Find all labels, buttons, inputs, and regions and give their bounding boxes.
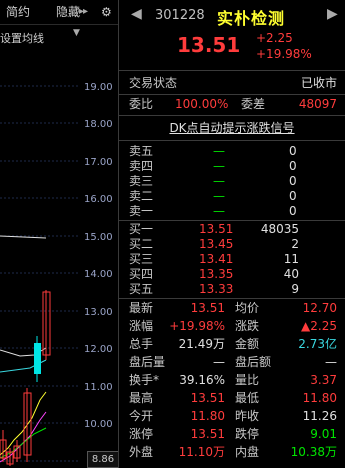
stat-value: 39.16% bbox=[179, 373, 225, 387]
commission-diff-label: 委差 bbox=[241, 97, 266, 111]
quote-panel: ◀ 301228 实朴检测 ▶ 13.51 +2.25 +19.98% 交易状态… bbox=[119, 0, 345, 468]
stat-value: 2.73亿 bbox=[298, 337, 337, 351]
next-stock-icon[interactable]: ▶ bbox=[327, 6, 338, 22]
divider bbox=[119, 140, 345, 141]
ma-settings-label[interactable]: 设置均线 bbox=[0, 30, 44, 46]
stats-row: 盘后量 — 盘后额 — bbox=[119, 353, 345, 372]
chevron-down-icon[interactable]: ▼ bbox=[73, 28, 80, 38]
kline-chart-pane[interactable]: 19.00 18.00 17.00 16.00 15.00 14.00 13.0… bbox=[0, 0, 118, 468]
stats-row: 最新 13.51 均价 12.70 bbox=[119, 299, 345, 318]
stat-value: 12.70 bbox=[302, 301, 337, 315]
stat-value: 3.37 bbox=[310, 373, 337, 387]
stock-name: 实朴检测 bbox=[217, 9, 286, 28]
commission-row: 委比 100.00% 委差 48097 bbox=[119, 95, 345, 114]
bid-price: 13.33 bbox=[199, 282, 234, 296]
y-tick: 17.00 bbox=[84, 157, 113, 168]
stat-label: 今开 bbox=[129, 409, 154, 423]
candle bbox=[34, 343, 41, 374]
y-tick: 13.00 bbox=[84, 307, 113, 318]
stat-value: +19.98% bbox=[169, 319, 225, 333]
bid-row: 买五 13.33 9 bbox=[119, 280, 345, 299]
y-tick: 14.00 bbox=[84, 269, 113, 280]
commission-ratio-value: 100.00% bbox=[175, 97, 229, 111]
current-price-marker: 8.86 bbox=[87, 451, 118, 468]
y-tick: 15.00 bbox=[84, 232, 113, 243]
candles bbox=[0, 290, 51, 466]
stats-row: 涨停 13.51 跌停 9.01 bbox=[119, 425, 345, 444]
trade-status-label: 交易状态 bbox=[129, 76, 178, 90]
commission-diff-value: 48097 bbox=[298, 97, 337, 111]
commission-ratio-label: 委比 bbox=[129, 97, 154, 111]
ma-line-yellow bbox=[0, 391, 47, 456]
stats-row: 涨幅 +19.98% 涨跌 ▲2.25 bbox=[119, 317, 345, 336]
bid-label: 买五 bbox=[129, 282, 154, 296]
trade-status-value: 已收市 bbox=[300, 76, 337, 90]
stat-value: 11.80 bbox=[190, 409, 225, 423]
last-price: 13.51 bbox=[177, 33, 241, 57]
y-tick: 10.00 bbox=[84, 419, 113, 430]
stat-value: 13.51 bbox=[190, 391, 225, 405]
dk-signal-link[interactable]: DK点自动提示涨跌信号 bbox=[119, 118, 345, 138]
stat-label: 跌停 bbox=[235, 427, 260, 441]
bid-volume: 9 bbox=[291, 282, 299, 296]
kline-chart[interactable]: 19.00 18.00 17.00 16.00 15.00 14.00 13.0… bbox=[0, 0, 118, 468]
stat-label: 内盘 bbox=[235, 445, 260, 459]
ask-label: 卖一 bbox=[129, 204, 154, 218]
stat-label: 最低 bbox=[235, 391, 260, 405]
stats-row: 最高 13.51 最低 11.80 bbox=[119, 389, 345, 408]
stat-value: 10.38万 bbox=[290, 445, 337, 459]
ma-line-white bbox=[0, 235, 47, 239]
y-tick: 12.00 bbox=[84, 344, 113, 355]
tab-simple[interactable]: 简约 bbox=[6, 4, 30, 20]
ask-row: 卖一 — 0 bbox=[119, 202, 345, 221]
stat-label: 最新 bbox=[129, 301, 154, 315]
chart-toolbar: 简约 隐藏 ▸▸ ⚙ bbox=[0, 0, 118, 25]
stat-label: 量比 bbox=[235, 373, 260, 387]
gear-icon[interactable]: ⚙ bbox=[101, 4, 112, 20]
stat-label: 涨停 bbox=[129, 427, 154, 441]
y-tick: 11.00 bbox=[84, 382, 113, 393]
stat-label: 盘后量 bbox=[129, 355, 166, 369]
stat-value: 13.51 bbox=[190, 301, 225, 315]
stat-value: — bbox=[325, 355, 337, 369]
stat-label: 换手* bbox=[129, 373, 160, 387]
stat-label: 昨收 bbox=[235, 409, 260, 423]
stat-value: ▲2.25 bbox=[301, 319, 337, 333]
stat-value: — bbox=[213, 355, 225, 369]
stat-value: 21.49万 bbox=[178, 337, 225, 351]
stat-value: 13.51 bbox=[190, 427, 225, 441]
stat-label: 总手 bbox=[129, 337, 154, 351]
stat-label: 外盘 bbox=[129, 445, 154, 459]
stat-label: 涨幅 bbox=[129, 319, 154, 333]
ask-volume: 0 bbox=[289, 204, 297, 218]
stock-code: 301228 bbox=[155, 8, 205, 23]
trade-status-row: 交易状态 已收市 bbox=[119, 74, 345, 93]
stock-header: ◀ 301228 实朴检测 ▶ 13.51 +2.25 +19.98% bbox=[119, 0, 345, 71]
stat-label: 金额 bbox=[235, 337, 260, 351]
stat-label: 最高 bbox=[129, 391, 154, 405]
divider bbox=[119, 115, 345, 116]
ask-price: — bbox=[213, 204, 225, 218]
prev-stock-icon[interactable]: ◀ bbox=[131, 6, 142, 22]
stat-label: 涨跌 bbox=[235, 319, 260, 333]
stat-value: 11.80 bbox=[302, 391, 337, 405]
y-tick: 19.00 bbox=[84, 82, 113, 93]
y-tick: 16.00 bbox=[84, 194, 113, 205]
stat-label: 盘后额 bbox=[235, 355, 272, 369]
stat-label: 均价 bbox=[235, 301, 260, 315]
price-change-pct: +19.98% bbox=[256, 47, 312, 61]
stats-row: 总手 21.49万 金额 2.73亿 bbox=[119, 335, 345, 354]
stat-value: 11.10万 bbox=[178, 445, 225, 459]
stat-value: 11.26 bbox=[302, 409, 337, 423]
price-change: +2.25 bbox=[256, 31, 293, 45]
stats-row: 换手* 39.16% 量比 3.37 bbox=[119, 371, 345, 390]
tab-hide[interactable]: 隐藏 bbox=[56, 4, 80, 20]
y-tick: 18.00 bbox=[84, 119, 113, 130]
stats-row: 今开 11.80 昨收 11.26 bbox=[119, 407, 345, 426]
fast-forward-icon[interactable]: ▸▸ bbox=[79, 4, 88, 20]
stats-row: 外盘 11.10万 内盘 10.38万 bbox=[119, 443, 345, 462]
app-window: 19.00 18.00 17.00 16.00 15.00 14.00 13.0… bbox=[0, 0, 345, 468]
stat-value: 9.01 bbox=[310, 427, 337, 441]
